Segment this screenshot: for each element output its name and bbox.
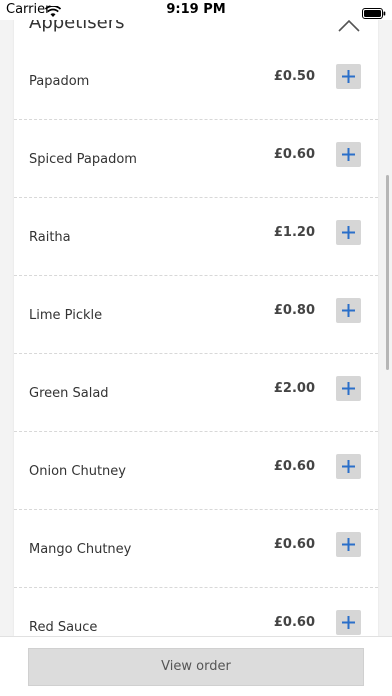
plus-icon xyxy=(342,70,355,83)
menu-item: Red Sauce £0.60 xyxy=(14,588,378,636)
add-item-button[interactable] xyxy=(336,610,361,635)
plus-icon xyxy=(342,148,355,161)
item-name: Onion Chutney xyxy=(29,464,126,479)
plus-icon xyxy=(342,226,355,239)
item-price: £2.00 xyxy=(273,381,315,396)
menu-item: Onion Chutney £0.60 xyxy=(14,432,378,510)
item-name: Spiced Papadom xyxy=(29,152,137,167)
add-item-button[interactable] xyxy=(336,454,361,479)
item-name: Papadom xyxy=(29,74,90,89)
item-price: £0.80 xyxy=(273,303,315,318)
add-item-button[interactable] xyxy=(336,64,361,89)
plus-icon xyxy=(342,460,355,473)
item-price: £0.50 xyxy=(273,69,315,84)
item-price: £0.60 xyxy=(273,615,315,630)
item-price: £0.60 xyxy=(273,459,315,474)
item-price: £0.60 xyxy=(273,147,315,162)
chevron-up-icon[interactable] xyxy=(338,18,360,32)
item-name: Mango Chutney xyxy=(29,542,132,557)
item-name: Raitha xyxy=(29,230,71,245)
item-name: Lime Pickle xyxy=(29,308,103,323)
plus-icon xyxy=(342,304,355,317)
plus-icon xyxy=(342,616,355,629)
add-item-button[interactable] xyxy=(336,298,361,323)
item-name: Green Salad xyxy=(29,386,109,401)
menu-item: Mango Chutney £0.60 xyxy=(14,510,378,588)
item-price: £1.20 xyxy=(273,225,315,240)
add-item-button[interactable] xyxy=(336,532,361,557)
item-name: Red Sauce xyxy=(29,620,98,635)
menu-item: Papadom £0.50 xyxy=(14,42,378,120)
status-time: 9:19 PM xyxy=(166,2,226,17)
add-item-button[interactable] xyxy=(336,376,361,401)
add-item-button[interactable] xyxy=(336,220,361,245)
menu-item: Lime Pickle £0.80 xyxy=(14,276,378,354)
footer: View order xyxy=(0,636,392,696)
view-order-button[interactable]: View order xyxy=(28,648,364,686)
item-price: £0.60 xyxy=(273,537,315,552)
menu-card: Appetisers Papadom £0.50 Spiced Papadom … xyxy=(14,0,378,636)
status-bar: Carrier 9:19 PM xyxy=(0,0,392,20)
menu-item: Raitha £1.20 xyxy=(14,198,378,276)
add-item-button[interactable] xyxy=(336,142,361,167)
battery-icon xyxy=(362,4,386,23)
menu-list: Papadom £0.50 Spiced Papadom £0.60 Raith… xyxy=(14,42,378,636)
menu-item: Green Salad £2.00 xyxy=(14,354,378,432)
menu-item: Spiced Papadom £0.60 xyxy=(14,120,378,198)
scroll-indicator[interactable] xyxy=(386,175,389,370)
plus-icon xyxy=(342,538,355,551)
plus-icon xyxy=(342,382,355,395)
